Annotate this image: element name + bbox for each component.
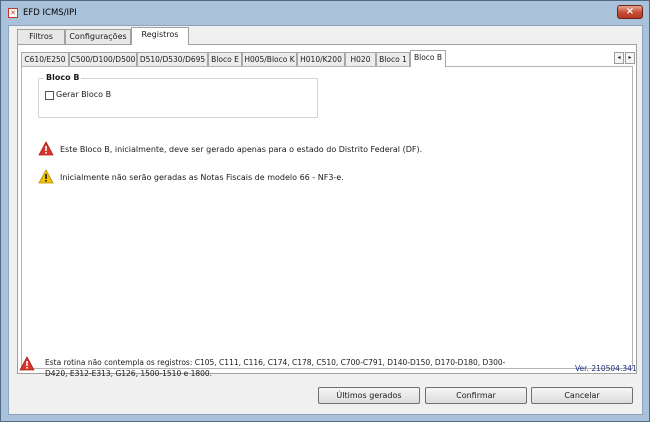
error-triangle-icon [19,356,35,371]
tab-bloco-e[interactable]: Bloco E [208,52,242,66]
tab-c610-e250[interactable]: C610/E250 [21,52,69,66]
gerar-bloco-b-label[interactable]: Gerar Bloco B [56,90,111,99]
registros-panel: C610/E250 C500/D100/D500 D510/D530/D695 … [17,44,637,374]
dialog-window: ✕ EFD ICMS/IPI × Filtros Configurações R… [0,0,650,422]
close-button[interactable]: × [617,5,643,19]
tab-c500-d100-d500[interactable]: C500/D100/D500 [69,52,137,66]
confirmar-button[interactable]: Confirmar [425,387,527,404]
tab-bloco-1[interactable]: Bloco 1 [376,52,410,66]
message-nf3e: Inicialmente não serão geradas as Notas … [60,173,344,182]
message-df-only: Este Bloco B, inicialmente, deve ser ger… [60,145,423,154]
warning-triangle-icon [38,169,54,184]
tab-registros[interactable]: Registros [131,27,189,45]
app-document-icon: ✕ [8,8,18,18]
window-title: EFD ICMS/IPI [23,8,77,18]
bloco-b-groupbox: Bloco B Gerar Bloco B [38,73,318,118]
cancelar-button[interactable]: Cancelar [531,387,633,404]
title-bar[interactable]: ✕ EFD ICMS/IPI × [1,1,649,25]
version-label: Ver. 210504.341 [575,364,637,373]
error-triangle-icon [38,141,54,156]
ultimos-gerados-button[interactable]: Últimos gerados [318,387,420,404]
close-icon: × [625,6,635,17]
tab-scroll-right-button[interactable]: ▸ [625,52,635,64]
tab-bloco-b[interactable]: Bloco B [410,50,446,67]
tab-configuracoes[interactable]: Configurações [65,29,131,44]
tab-h005-bloco-k[interactable]: H005/Bloco K [242,52,297,66]
tab-h020[interactable]: H020 [345,52,376,66]
dialog-client-area: Filtros Configurações Registros C610/E25… [8,25,643,415]
bloco-b-panel: Bloco B Gerar Bloco B Este Bloco B, inic… [21,66,633,369]
groupbox-title: Bloco B [44,73,82,82]
tab-d510-d530-d695[interactable]: D510/D530/D695 [137,52,208,66]
gerar-bloco-b-checkbox[interactable] [45,91,54,100]
tab-scroll-left-button[interactable]: ◂ [614,52,624,64]
tab-filtros[interactable]: Filtros [17,29,65,44]
tab-h010-k200[interactable]: H010/K200 [297,52,345,66]
footer-notice: Esta rotina não contempla os registros: … [45,358,506,378]
